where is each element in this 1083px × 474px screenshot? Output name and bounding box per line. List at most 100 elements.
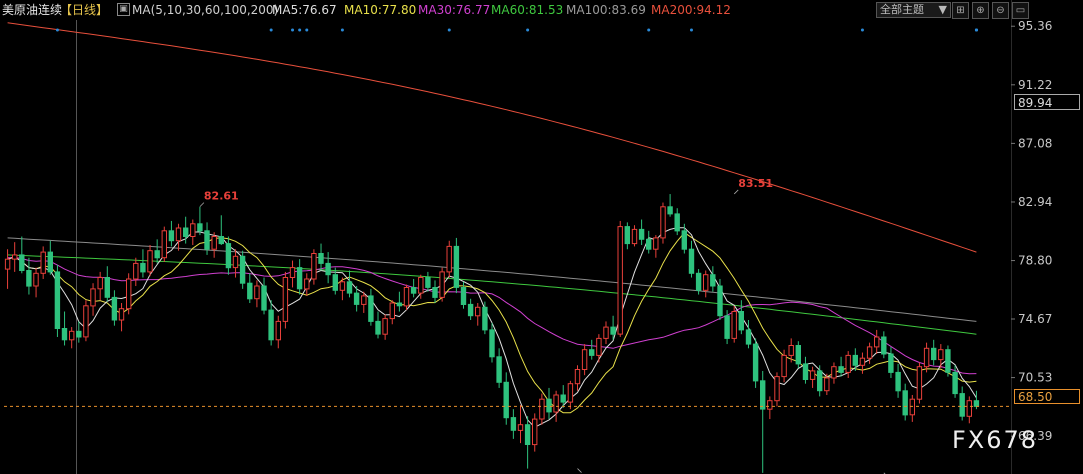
candle-body <box>496 356 502 383</box>
candle-body <box>61 328 68 341</box>
event-marker-dot <box>305 28 309 32</box>
candle-body <box>382 318 388 335</box>
candle-body <box>653 237 659 250</box>
instrument-title[interactable]: 美原油连续 <box>2 0 62 20</box>
candle-body <box>318 253 324 264</box>
candle-body <box>567 383 574 403</box>
plus-box-icon[interactable]: ⊕ <box>972 2 989 19</box>
candle-body <box>660 206 666 239</box>
candle-body <box>973 400 980 407</box>
candle-body <box>539 398 545 420</box>
indicator-settings-icon[interactable]: ▣ <box>117 3 130 16</box>
candle-body <box>824 377 830 392</box>
candle-body <box>154 250 160 259</box>
candle-body <box>289 267 296 279</box>
candle-body <box>482 306 488 331</box>
candle-body <box>767 400 773 410</box>
ma30-value: MA30:76.77 <box>418 3 491 17</box>
candle-body <box>717 285 723 317</box>
event-marker-dot <box>298 28 302 32</box>
candle-body <box>546 398 552 413</box>
candle-body <box>610 326 616 335</box>
candle-body <box>952 371 958 395</box>
candle-body <box>40 251 46 274</box>
candle-body <box>624 226 630 245</box>
candle-body <box>489 329 495 358</box>
minus-box-icon[interactable]: ⊖ <box>992 2 1009 19</box>
candle-body <box>667 206 673 215</box>
candle-body <box>19 254 25 271</box>
candle-body <box>368 295 374 322</box>
candle-body <box>225 243 232 269</box>
candle-body <box>211 236 217 250</box>
extreme-price-label: 83.51 <box>738 177 773 190</box>
event-marker-dot <box>55 28 59 32</box>
period-label[interactable]: 【日线】 <box>60 0 108 20</box>
candle-body <box>439 271 445 298</box>
candle-body <box>781 354 787 378</box>
y-tick-label: 87.08 <box>1018 136 1052 150</box>
candle-body <box>874 336 880 348</box>
candle-body <box>140 262 146 273</box>
candle-body <box>710 274 716 287</box>
candle-body <box>688 248 695 274</box>
candle-body <box>26 270 32 287</box>
candle-body <box>90 288 96 307</box>
candlestick-chart[interactable]: 95.3691.2287.0882.9478.8074.6770.5366.39… <box>0 0 1083 474</box>
candle-body <box>888 353 894 373</box>
candle-body <box>802 363 809 380</box>
candle-body <box>261 285 267 311</box>
y-tick-label: 78.80 <box>1018 254 1052 268</box>
candle-body <box>788 345 794 356</box>
candle-body <box>239 255 246 284</box>
candle-body <box>161 230 168 259</box>
candle-body <box>147 250 153 273</box>
candle-body <box>646 238 652 250</box>
candle-body <box>54 271 61 329</box>
candle-body <box>460 287 467 305</box>
candle-body <box>817 370 823 392</box>
candle-body <box>268 309 274 341</box>
candle-body <box>118 308 125 321</box>
extreme-price-label: 82.61 <box>204 190 239 203</box>
event-marker-dot <box>860 28 864 32</box>
candle-body <box>47 251 53 273</box>
window-icon[interactable]: ▭ <box>1012 2 1029 19</box>
candle-body <box>532 418 538 446</box>
theme-select[interactable]: 全部主题 ▼ <box>876 2 951 18</box>
candle-body <box>353 292 360 305</box>
ma100-value: MA100:83.69 <box>566 3 646 17</box>
candle-body <box>966 400 972 417</box>
candle-body <box>866 346 873 359</box>
event-marker-dot <box>974 28 978 32</box>
extreme-pointer <box>199 202 205 207</box>
current-price-label: 68.50 <box>1014 389 1080 404</box>
candle-body <box>745 329 752 345</box>
candle-body <box>674 213 680 232</box>
grid-icon[interactable]: ⊞ <box>952 2 969 19</box>
event-marker-dot <box>526 28 530 32</box>
candle-body <box>346 281 353 294</box>
candle-body <box>361 295 367 305</box>
candle-body <box>681 230 687 250</box>
candle-body <box>332 274 339 291</box>
candle-body <box>467 303 474 317</box>
candle-body <box>589 349 595 356</box>
candle-body <box>197 223 203 232</box>
candle-body <box>126 278 132 310</box>
ma200-line <box>7 22 977 253</box>
candle-body <box>311 253 317 280</box>
candle-body <box>638 228 645 240</box>
candle-body <box>432 287 438 298</box>
candle-body <box>403 287 410 307</box>
candle-body <box>453 245 460 288</box>
candle-body <box>503 381 509 419</box>
candle-body <box>190 223 196 238</box>
candle-body <box>760 380 766 410</box>
candle-body <box>232 255 239 269</box>
candle-body <box>325 262 331 276</box>
candle-body <box>168 230 175 242</box>
ma-settings-label[interactable]: MA(5,10,30,60,100,200) <box>132 0 278 20</box>
event-marker-dot <box>291 28 295 32</box>
candle-body <box>104 277 110 298</box>
